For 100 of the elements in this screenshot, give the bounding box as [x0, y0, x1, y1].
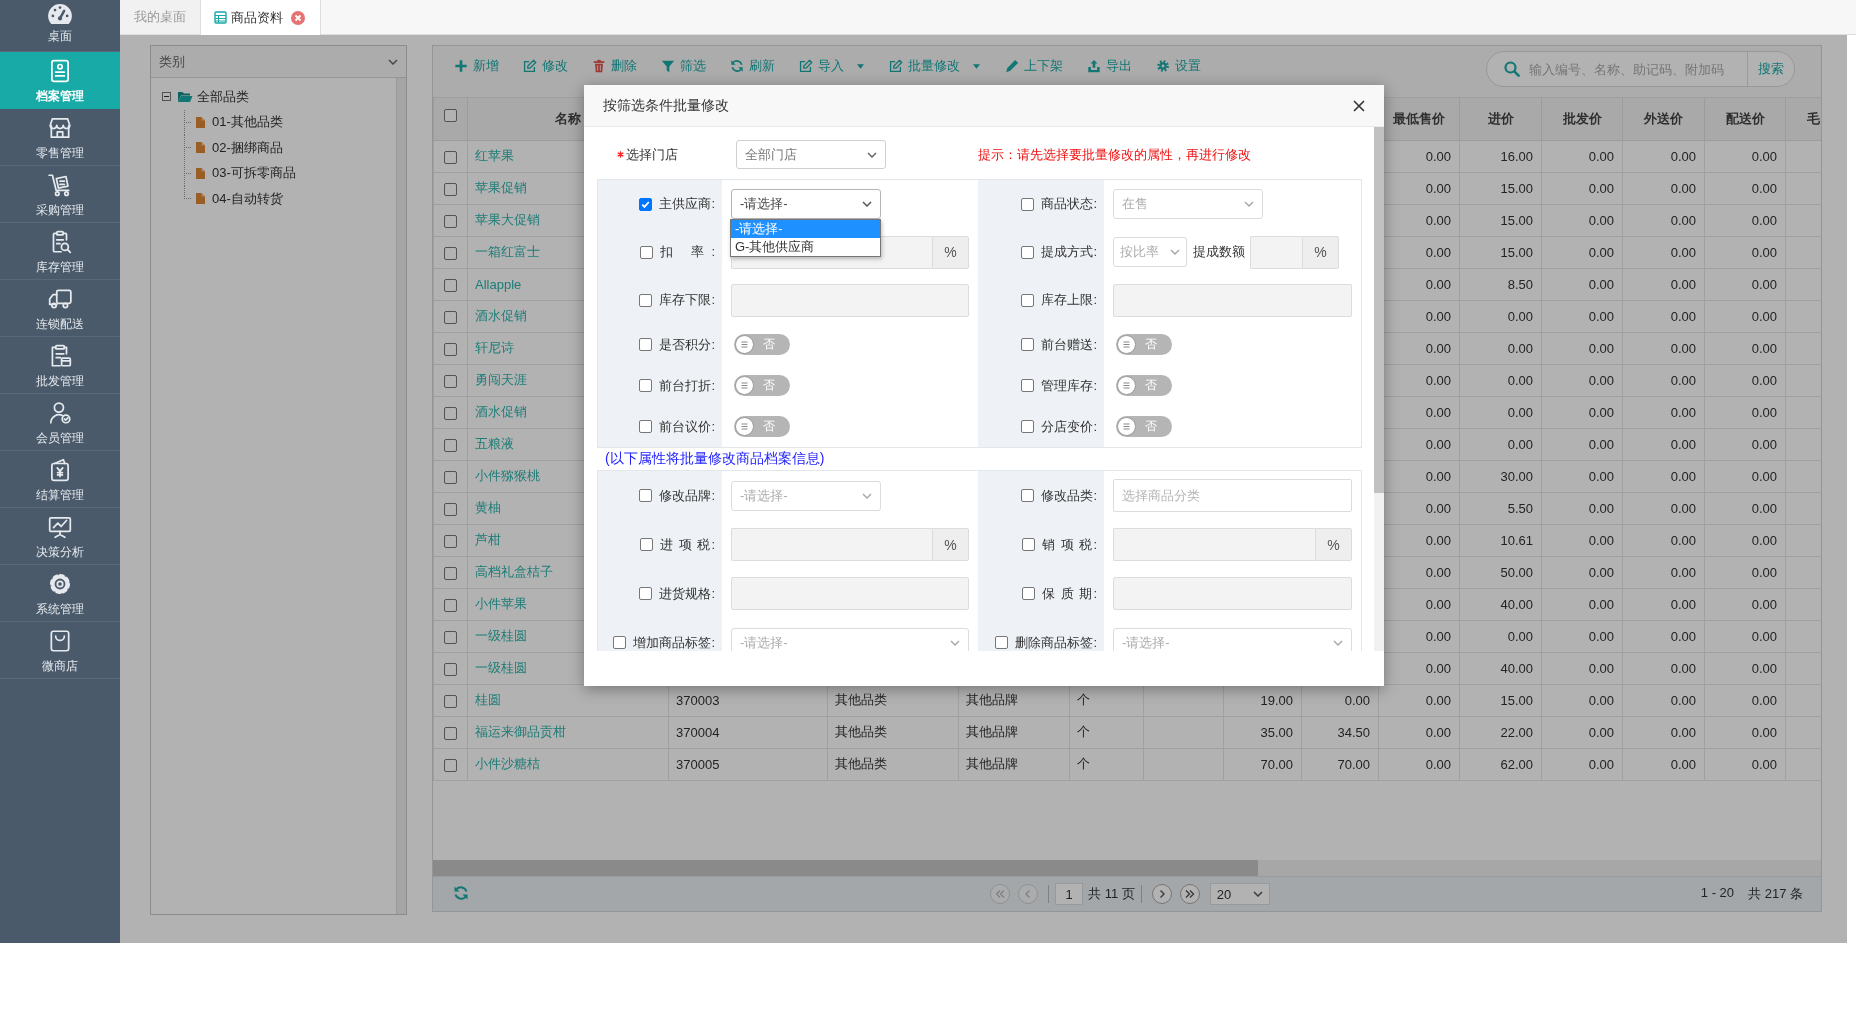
- row-checkbox[interactable]: [444, 726, 457, 740]
- close-button[interactable]: [1352, 98, 1366, 113]
- row-checkbox[interactable]: [444, 182, 457, 196]
- toolbar-button[interactable]: 筛选: [652, 54, 715, 78]
- table-cell: 0.00: [1670, 372, 1696, 388]
- row-checkbox[interactable]: [444, 470, 457, 484]
- category-dropdown[interactable]: 类别: [151, 46, 406, 78]
- product-name-link[interactable]: Allapple: [475, 276, 522, 292]
- page-size-select[interactable]: 20: [1209, 883, 1270, 905]
- product-name-link[interactable]: 高档礼盒桔子: [475, 564, 553, 579]
- product-name-link[interactable]: 小件沙糖桔: [475, 756, 540, 771]
- unit-addon: %: [1302, 235, 1339, 269]
- chevron-down-icon: [1252, 891, 1263, 897]
- vertical-scrollbar[interactable]: [396, 78, 406, 914]
- toolbar-button[interactable]: 上下架: [996, 54, 1072, 78]
- row-checkbox[interactable]: [444, 374, 457, 388]
- row-checkbox[interactable]: [444, 150, 457, 164]
- vertical-scrollbar[interactable]: [1374, 127, 1384, 651]
- toggle-switch[interactable]: 否: [1116, 416, 1172, 437]
- table-cell: 0.00: [1425, 628, 1451, 644]
- row-checkbox[interactable]: [444, 758, 457, 772]
- checkbox[interactable]: [1021, 379, 1035, 392]
- checkbox[interactable]: [1021, 338, 1035, 351]
- tab[interactable]: 我的桌面: [120, 0, 201, 34]
- row-checkbox[interactable]: [444, 310, 457, 324]
- dropdown-option[interactable]: G-其他供应商: [731, 238, 880, 256]
- product-name-link[interactable]: 小件苹果: [475, 596, 527, 611]
- product-name-link[interactable]: 苹果促销: [475, 180, 527, 195]
- row-checkbox[interactable]: [444, 630, 457, 644]
- row-checkbox[interactable]: [444, 502, 457, 516]
- row-checkbox[interactable]: [444, 662, 457, 676]
- toggle-switch[interactable]: 否: [1116, 375, 1172, 396]
- tree-item[interactable]: 全部品类: [197, 87, 249, 106]
- toggle-switch[interactable]: 否: [1116, 334, 1172, 355]
- row-checkbox[interactable]: [444, 694, 457, 708]
- table-cell: 0.00: [1425, 564, 1451, 580]
- search-button[interactable]: 搜索: [1747, 52, 1794, 86]
- tree-item[interactable]: 01-其他品类: [212, 113, 283, 132]
- product-name-link[interactable]: 黄柚: [475, 500, 501, 515]
- tree-item[interactable]: 03-可拆零商品: [212, 164, 296, 183]
- scrollbar-thumb[interactable]: [1374, 127, 1384, 493]
- table-cell: 30.00: [1500, 468, 1533, 484]
- tab[interactable]: 商品资料: [201, 0, 321, 35]
- page-input[interactable]: 1: [1055, 883, 1084, 905]
- table-cell: 0.00: [1670, 404, 1696, 420]
- row-checkbox[interactable]: [444, 534, 457, 548]
- checkbox[interactable]: [1021, 420, 1035, 433]
- toolbar-button[interactable]: 导出: [1078, 54, 1141, 78]
- sidebar-item[interactable]: 档案管理: [0, 52, 120, 109]
- product-name-link[interactable]: 小件猕猴桃: [475, 468, 540, 483]
- toolbar-button[interactable]: 新增: [445, 54, 508, 78]
- dropdown-option[interactable]: -请选择-: [731, 220, 880, 238]
- select-field[interactable]: 全部门店: [736, 140, 886, 169]
- row-checkbox[interactable]: [444, 406, 457, 420]
- tree-item[interactable]: 02-捆绑商品: [212, 138, 283, 157]
- product-name-link[interactable]: 轩尼诗: [475, 340, 514, 355]
- row-checkbox[interactable]: [444, 278, 457, 292]
- toolbar-button[interactable]: 删除: [583, 54, 646, 78]
- toolbar-button[interactable]: 设置: [1147, 54, 1210, 78]
- product-name-link[interactable]: 红苹果: [475, 148, 514, 163]
- select-all-checkbox[interactable]: [444, 109, 457, 123]
- row-checkbox[interactable]: [444, 342, 457, 356]
- collapse-icon[interactable]: [162, 92, 171, 102]
- row-checkbox[interactable]: [444, 566, 457, 580]
- close-icon[interactable]: [291, 10, 305, 25]
- row-checkbox[interactable]: [444, 214, 457, 228]
- product-name-link[interactable]: 勇闯天涯: [475, 372, 527, 387]
- last-page-button[interactable]: [1179, 884, 1200, 904]
- checkbox[interactable]: [639, 379, 653, 392]
- checkbox[interactable]: [639, 420, 653, 433]
- toolbar-button[interactable]: 修改: [514, 54, 577, 78]
- toggle-switch[interactable]: 否: [734, 334, 790, 355]
- toolbar-button[interactable]: 刷新: [721, 54, 784, 78]
- row-checkbox[interactable]: [444, 598, 457, 612]
- product-name-link[interactable]: 一箱红富士: [475, 244, 540, 259]
- toolbar-button[interactable]: 导入: [790, 54, 874, 78]
- product-name-link[interactable]: 一级桂圆: [475, 628, 527, 643]
- tree-item[interactable]: 04-自动转货: [212, 189, 283, 208]
- toolbar-button[interactable]: 批量修改: [880, 54, 990, 78]
- select-field[interactable]: -请选择-: [731, 189, 881, 219]
- checkbox[interactable]: [639, 338, 653, 351]
- field-label: 修改品牌:: [659, 486, 715, 505]
- product-name-link[interactable]: 酒水促销: [475, 404, 527, 419]
- row-checkbox[interactable]: [444, 246, 457, 260]
- next-page-button[interactable]: [1151, 884, 1172, 904]
- product-name-link[interactable]: 五粮液: [475, 436, 514, 451]
- checkbox[interactable]: [639, 197, 653, 211]
- product-name-link[interactable]: 一级桂圆: [475, 660, 527, 675]
- product-name-link[interactable]: 桂圆: [475, 692, 501, 707]
- horizontal-scrollbar[interactable]: [433, 860, 1821, 876]
- scrollbar-thumb[interactable]: [433, 860, 1258, 876]
- toggle-switch[interactable]: 否: [734, 416, 790, 437]
- product-name-link[interactable]: 酒水促销: [475, 308, 527, 323]
- product-name-link[interactable]: 苹果大促销: [475, 212, 540, 227]
- row-checkbox[interactable]: [444, 438, 457, 452]
- refresh-icon[interactable]: [453, 884, 469, 901]
- input-field[interactable]: 选择商品分类: [1113, 479, 1352, 512]
- checkbox[interactable]: [1021, 489, 1035, 502]
- toggle-switch[interactable]: 否: [734, 375, 790, 396]
- product-name-link[interactable]: 芦柑: [475, 532, 501, 547]
